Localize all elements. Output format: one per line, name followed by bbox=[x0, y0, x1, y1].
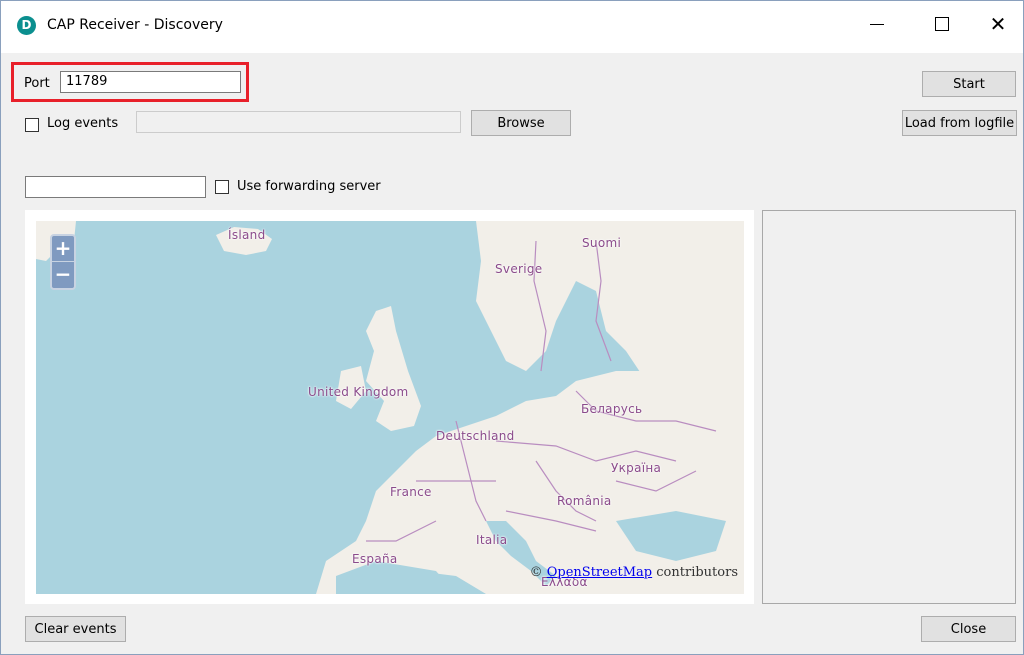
map-label-ukraina: Україна bbox=[611, 461, 662, 475]
minimize-button[interactable] bbox=[854, 1, 900, 47]
map-label-suomi: Suomi bbox=[582, 236, 622, 250]
browse-button[interactable]: Browse bbox=[471, 110, 571, 136]
port-label: Port bbox=[24, 76, 50, 91]
map-label-uk: United Kingdom bbox=[308, 385, 409, 399]
map-label-france: France bbox=[390, 485, 432, 499]
attribution-prefix: © bbox=[529, 565, 543, 580]
app-window: D CAP Receiver - Discovery ✕ Port 11789 … bbox=[0, 0, 1024, 655]
title-bar[interactable]: D CAP Receiver - Discovery ✕ bbox=[1, 1, 1023, 53]
app-logo-icon: D bbox=[17, 16, 36, 35]
minimize-icon bbox=[870, 23, 884, 25]
map-label-romania: România bbox=[557, 494, 612, 508]
load-from-logfile-button[interactable]: Load from logfile bbox=[902, 110, 1017, 136]
close-icon: ✕ bbox=[989, 12, 1007, 36]
zoom-out-button[interactable]: − bbox=[52, 262, 74, 287]
map-label-deutschland: Deutschland bbox=[436, 429, 515, 443]
openstreetmap-link[interactable]: OpenStreetMap bbox=[547, 565, 652, 580]
map-view[interactable]: + − Ísland Suomi Sverige United Kingdom … bbox=[36, 221, 744, 594]
map-label-italia: Italia bbox=[476, 533, 508, 547]
maximize-button[interactable] bbox=[919, 1, 965, 47]
zoom-in-button[interactable]: + bbox=[52, 236, 74, 261]
log-path-input[interactable] bbox=[136, 111, 461, 133]
map-label-espana: España bbox=[352, 552, 398, 566]
port-input[interactable]: 11789 bbox=[60, 71, 241, 93]
map-frame: + − Ísland Suomi Sverige United Kingdom … bbox=[25, 210, 754, 604]
events-list-panel[interactable] bbox=[762, 210, 1016, 604]
map-label-belarus: Беларусь bbox=[581, 402, 643, 416]
maximize-icon bbox=[935, 17, 949, 31]
clear-events-button[interactable]: Clear events bbox=[25, 616, 126, 642]
map-label-island: Ísland bbox=[228, 228, 266, 242]
use-forwarding-checkbox[interactable] bbox=[215, 180, 229, 194]
log-events-label: Log events bbox=[47, 116, 119, 131]
close-button[interactable]: Close bbox=[921, 616, 1016, 642]
window-title: CAP Receiver - Discovery bbox=[47, 17, 223, 33]
map-label-sverige: Sverige bbox=[495, 262, 543, 276]
close-window-button[interactable]: ✕ bbox=[975, 1, 1021, 47]
forwarding-server-input[interactable] bbox=[25, 176, 206, 198]
log-events-checkbox[interactable] bbox=[25, 118, 39, 132]
attribution-suffix: contributors bbox=[656, 565, 738, 580]
use-forwarding-label: Use forwarding server bbox=[237, 179, 381, 194]
map-zoom-control: + − bbox=[50, 234, 76, 290]
start-button[interactable]: Start bbox=[922, 71, 1016, 97]
map-attribution: © OpenStreetMap contributors bbox=[530, 565, 738, 580]
